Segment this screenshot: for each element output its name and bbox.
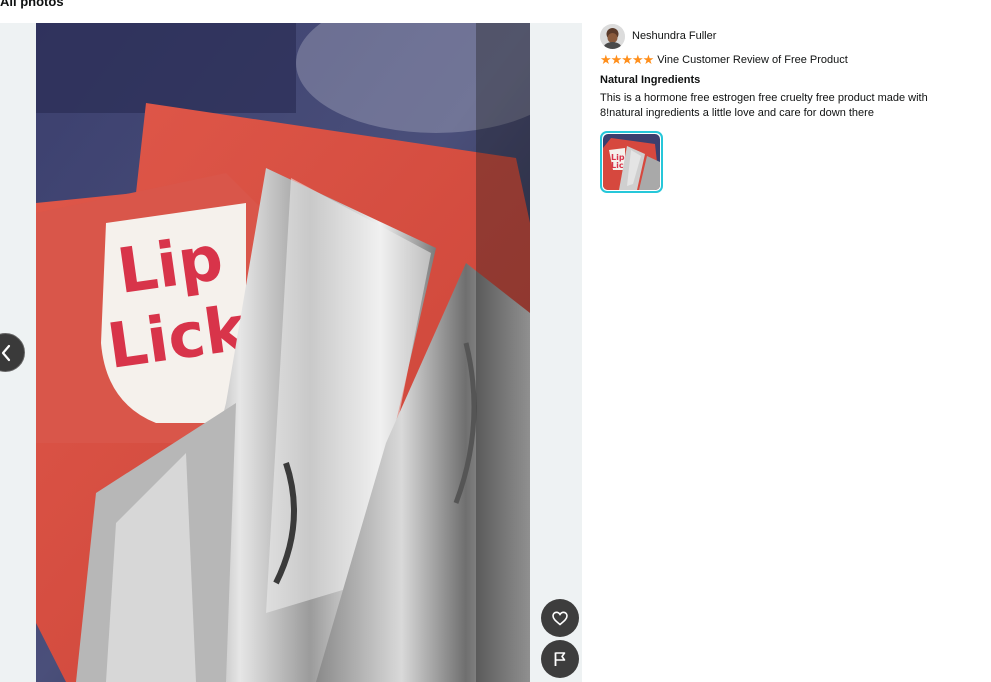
- previous-photo-button[interactable]: [0, 333, 25, 372]
- page-heading: All photos: [0, 0, 64, 9]
- rating-row: ★★★★★ Vine Customer Review of Free Produ…: [600, 52, 980, 68]
- star-rating: ★★★★★: [600, 52, 654, 67]
- photo-thumbnail[interactable]: Lip Lick: [600, 131, 663, 193]
- photo-viewer: Lip Lick: [0, 23, 582, 682]
- review-title: Natural Ingredients: [600, 74, 701, 86]
- chevron-left-icon: [1, 344, 10, 361]
- avatar: [600, 23, 625, 49]
- review-photo: Lip Lick: [36, 23, 530, 682]
- review-panel: Neshundra Fuller ★★★★★ Vine Customer Rev…: [600, 23, 980, 193]
- vine-label: Vine Customer Review of Free Product: [657, 54, 848, 66]
- flag-icon: [554, 652, 566, 666]
- review-author[interactable]: Neshundra Fuller: [600, 23, 980, 49]
- like-photo-button[interactable]: [541, 599, 579, 637]
- heart-icon: [552, 610, 568, 626]
- author-name[interactable]: Neshundra Fuller: [632, 30, 716, 42]
- report-photo-button[interactable]: [541, 640, 579, 678]
- review-body: This is a hormone free estrogen free cru…: [600, 92, 928, 119]
